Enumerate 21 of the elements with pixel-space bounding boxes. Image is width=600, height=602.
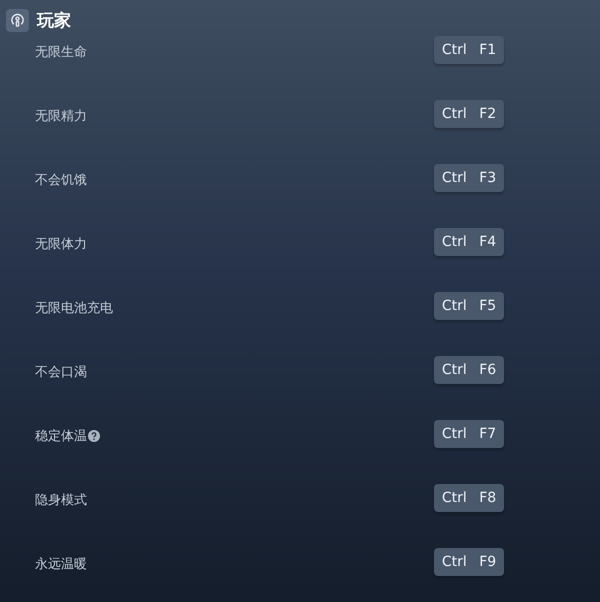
cheat-label: 稳定体温 (35, 428, 87, 445)
hotkey-button[interactable]: Ctrl F2 (434, 100, 504, 128)
hotkey-button[interactable]: Ctrl F8 (434, 484, 504, 512)
cheat-label: 隐身模式 (35, 492, 87, 509)
cheat-label: 无限体力 (35, 236, 87, 253)
section-title: 玩家 (37, 10, 71, 32)
cheat-label: 无限精力 (35, 108, 87, 125)
hotkey-button[interactable]: Ctrl F9 (434, 548, 504, 576)
cheat-label: 不会口渴 (35, 364, 87, 381)
cheat-label: 永远温暖 (35, 556, 87, 573)
hotkey-button[interactable]: Ctrl F3 (434, 164, 504, 192)
hotkey-button[interactable]: Ctrl F5 (434, 292, 504, 320)
hotkey-button[interactable]: Ctrl F7 (434, 420, 504, 448)
hotkey-button[interactable]: Ctrl F1 (434, 36, 504, 64)
hotkey-button[interactable]: Ctrl F4 (434, 228, 504, 256)
cheat-label: 无限电池充电 (35, 300, 113, 317)
cheat-label: 不会饥饿 (35, 172, 87, 189)
help-icon[interactable] (88, 430, 100, 442)
cheat-label: 无限生命 (35, 44, 87, 61)
player-icon (6, 9, 29, 32)
hotkey-button[interactable]: Ctrl F6 (434, 356, 504, 384)
